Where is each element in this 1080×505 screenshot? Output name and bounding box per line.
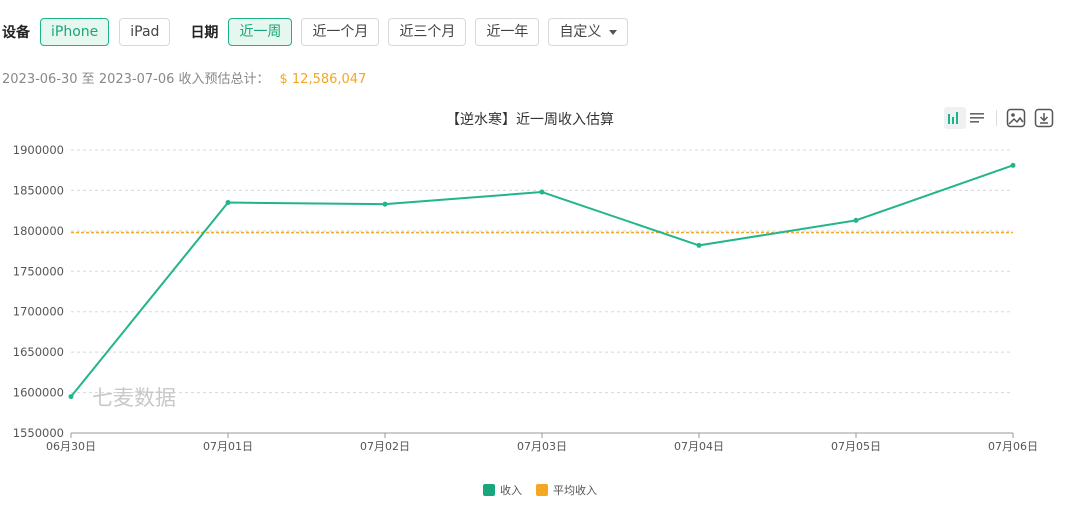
chart-title: 【逆水寒】近一周收入估算 [446,112,614,128]
revenue-point [1010,162,1016,168]
y-tick-label: 1850000 [13,183,64,197]
custom-range-label: 自定义 [559,24,602,40]
save-image-icon[interactable] [1005,107,1027,129]
toolbar-divider [996,110,997,126]
legend-label-average: 平均收入 [553,484,597,497]
device-ipad-button[interactable]: iPad [119,18,171,46]
y-tick-label: 1900000 [13,143,64,157]
range-month-button[interactable]: 近一个月 [301,18,380,46]
download-icon[interactable] [1033,107,1055,129]
bar-chart-icon[interactable] [944,107,966,129]
summary-date-range: 2023-06-30 至 2023-07-06 收入预估总计： [2,72,270,87]
summary-total: $ 12,586,047 [279,72,367,87]
revenue-point [68,394,74,400]
watermark: 七麦数据 [92,386,176,410]
revenue-point [225,200,231,206]
legend-swatch-revenue [483,484,495,496]
date-label: 日期 [190,25,219,41]
revenue-summary: 2023-06-30 至 2023-07-06 收入预估总计： $ 12,586,… [2,68,366,87]
range-year-button[interactable]: 近一年 [475,18,540,46]
chart-toolbar [944,107,1055,129]
filter-bar: 设备 iPhone iPad 日期 近一周 近一个月 近三个月 近一年 自定义 [0,17,629,47]
x-tick-label: 07月03日 [517,440,567,453]
y-tick-label: 1700000 [13,305,64,319]
chevron-down-icon [609,29,618,35]
list-view-icon[interactable] [966,107,988,129]
x-tick-label: 07月05日 [831,440,881,453]
y-tick-label: 1600000 [13,386,64,400]
y-tick-label: 1750000 [13,264,64,278]
chart-legend: 收入 平均收入 [0,482,1080,498]
revenue-line [70,164,1014,398]
range-3months-button[interactable]: 近三个月 [388,18,467,46]
y-tick-label: 1800000 [13,224,64,238]
x-tick-label: 07月01日 [203,440,253,453]
legend-label-revenue: 收入 [500,484,522,497]
revenue-point [696,242,702,248]
x-tick-label: 07月04日 [674,440,724,453]
legend-item-revenue[interactable]: 收入 [483,482,522,498]
line-chart: 1550000 1600000 1650000 1700000 1750000 18000… [13,143,1038,453]
revenue-point [853,217,859,223]
revenue-point [539,189,545,195]
device-iphone-button[interactable]: iPhone [40,18,110,46]
device-label: 设备 [2,25,30,41]
x-tick-label: 06月30日 [46,440,96,453]
legend-item-average[interactable]: 平均收入 [536,482,597,498]
y-tick-label: 1650000 [13,345,64,359]
revenue-point [382,201,388,207]
legend-swatch-average [536,484,548,496]
range-week-button[interactable]: 近一周 [228,18,293,46]
x-tick-label: 07月06日 [988,440,1038,453]
custom-range-dropdown[interactable]: 自定义 [548,18,629,46]
x-tick-label: 07月02日 [360,440,410,453]
y-tick-label: 1550000 [13,426,64,440]
